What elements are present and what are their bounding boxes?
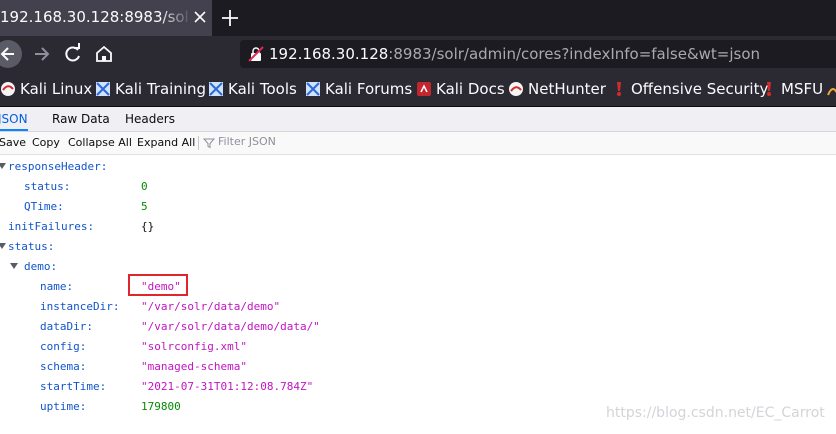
expand-toggle-icon[interactable] xyxy=(0,243,6,249)
back-button[interactable] xyxy=(0,40,22,68)
json-string-value: "solrconfig.xml" xyxy=(141,340,247,353)
tree-row-status[interactable]: status: xyxy=(0,237,836,257)
browser-tab-active[interactable]: 192.168.30.128:8983/solr/admin/cores xyxy=(0,0,212,36)
json-toolbar: Save Copy Collapse All Expand All xyxy=(0,132,836,155)
bookmark-label: Offensive Security xyxy=(631,80,769,98)
toolbar-divider xyxy=(198,136,199,150)
expand-toggle-icon[interactable] xyxy=(10,263,18,269)
bookmark-label: MSFU xyxy=(781,80,824,98)
json-key: dataDir: xyxy=(40,320,93,333)
annotation-highlight-box xyxy=(128,274,188,296)
bookmark-nethunter[interactable]: NetHunter xyxy=(508,72,606,106)
json-string-value: "/var/solr/data/demo/data/" xyxy=(141,320,320,333)
json-key: status: xyxy=(8,240,55,253)
bookmark-kali-linux[interactable]: Kali Linux xyxy=(0,72,92,106)
json-number-value: 5 xyxy=(141,200,148,213)
tab-json[interactable]: JSON xyxy=(0,107,28,131)
kali-forums-icon xyxy=(306,82,320,96)
bookmark-kali-forums[interactable]: Kali Forums xyxy=(305,72,412,106)
json-string-value: "/var/solr/data/demo" xyxy=(141,300,281,313)
tree-row-schema[interactable]: schema: "managed-schema" xyxy=(0,357,836,377)
json-object-value: {} xyxy=(141,220,155,233)
bookmark-label: Kali Linux xyxy=(20,80,93,98)
json-tree: responseHeader: status: 0 QTime: 5 initF… xyxy=(0,155,836,434)
kali-tools-icon xyxy=(209,82,223,96)
tree-row-starttime[interactable]: startTime: "2021-07-31T01:12:08.784Z" xyxy=(0,377,836,397)
collapse-all-button[interactable]: Collapse All xyxy=(68,136,132,149)
tree-row-config[interactable]: config: "solrconfig.xml" xyxy=(0,337,836,357)
json-key: uptime: xyxy=(40,400,87,413)
bookmark-label: Kali Training xyxy=(115,80,207,98)
new-tab-icon[interactable] xyxy=(218,6,242,30)
tree-row-status-code[interactable]: status: 0 xyxy=(0,177,836,197)
tree-row-qtime[interactable]: QTime: 5 xyxy=(0,197,836,217)
kali-docs-icon xyxy=(417,82,431,96)
home-icon[interactable] xyxy=(90,40,118,68)
close-icon[interactable] xyxy=(190,7,210,27)
kali-training-icon xyxy=(96,82,110,96)
msfu-icon xyxy=(767,82,771,96)
json-string-value: "managed-schema" xyxy=(141,360,247,373)
tree-row-responseheader[interactable]: responseHeader: xyxy=(0,157,836,177)
bookmark-label: Kali Docs xyxy=(436,80,505,98)
tree-row-name[interactable]: name: "demo" xyxy=(0,277,836,297)
reload-icon[interactable] xyxy=(59,40,87,68)
tab-title-fade xyxy=(160,0,192,36)
url-path: :8983/solr/admin/cores?indexInfo=false&w… xyxy=(388,45,761,63)
tab-strip: 192.168.30.128:8983/solr/admin/cores xyxy=(0,0,836,36)
tab-headers[interactable]: Headers xyxy=(125,107,175,131)
expand-toggle-icon[interactable] xyxy=(0,163,6,169)
copy-button[interactable]: Copy xyxy=(32,136,60,149)
bookmark-overflow-icon[interactable] xyxy=(826,81,836,97)
json-key: QTime: xyxy=(24,200,64,213)
tree-row-initfailures[interactable]: initFailures: {} xyxy=(0,217,836,237)
offsec-icon xyxy=(617,82,621,96)
url-host: 192.168.30.128 xyxy=(269,45,389,63)
bookmark-offensive-security[interactable]: Offensive Security xyxy=(611,72,768,106)
json-viewer-tabs: JSON Raw Data Headers xyxy=(0,107,836,132)
bookmarks-toolbar: Kali Linux Kali Training Kali Tools Kali… xyxy=(0,72,836,107)
json-key: schema: xyxy=(40,360,87,373)
bookmark-kali-training[interactable]: Kali Training xyxy=(95,72,206,106)
nethunter-icon xyxy=(509,82,523,96)
json-key: initFailures: xyxy=(8,220,95,233)
kali-dragon-icon xyxy=(1,82,15,96)
json-number-value: 179800 xyxy=(141,400,181,413)
json-key: startTime: xyxy=(40,380,107,393)
bookmark-label: NetHunter xyxy=(528,80,606,98)
json-key: name: xyxy=(40,280,74,293)
tree-row-datadir[interactable]: dataDir: "/var/solr/data/demo/data/" xyxy=(0,317,836,337)
bookmark-label: Kali Tools xyxy=(228,80,297,98)
bookmark-msfu[interactable]: MSFU xyxy=(761,72,823,106)
tab-raw-data[interactable]: Raw Data xyxy=(52,107,110,131)
filter-icon xyxy=(203,138,215,149)
bookmark-label: Kali Forums xyxy=(325,80,413,98)
arrow-left-icon xyxy=(0,47,14,61)
json-key: instanceDir: xyxy=(40,300,120,313)
expand-all-button[interactable]: Expand All xyxy=(137,136,195,149)
json-key: demo: xyxy=(24,260,58,273)
forward-icon[interactable] xyxy=(28,40,56,68)
filter-json-input[interactable] xyxy=(218,135,338,148)
json-key: status: xyxy=(24,180,71,193)
bookmark-kali-tools[interactable]: Kali Tools xyxy=(208,72,297,106)
json-key: responseHeader: xyxy=(8,160,108,173)
bookmark-kali-docs[interactable]: Kali Docs xyxy=(416,72,505,106)
json-string-value: "2021-07-31T01:12:08.784Z" xyxy=(141,380,314,393)
watermark: https://blog.csdn.net/EC_Carrot xyxy=(606,405,825,421)
url-bar[interactable]: 192.168.30.128:8983/solr/admin/cores?ind… xyxy=(240,40,836,68)
json-number-value: 0 xyxy=(141,180,148,193)
json-key: config: xyxy=(40,340,87,353)
save-button[interactable]: Save xyxy=(0,136,26,149)
insecure-lock-icon[interactable] xyxy=(248,46,264,62)
tree-row-demo[interactable]: demo: xyxy=(0,257,836,277)
tree-row-instancedir[interactable]: instanceDir: "/var/solr/data/demo" xyxy=(0,297,836,317)
